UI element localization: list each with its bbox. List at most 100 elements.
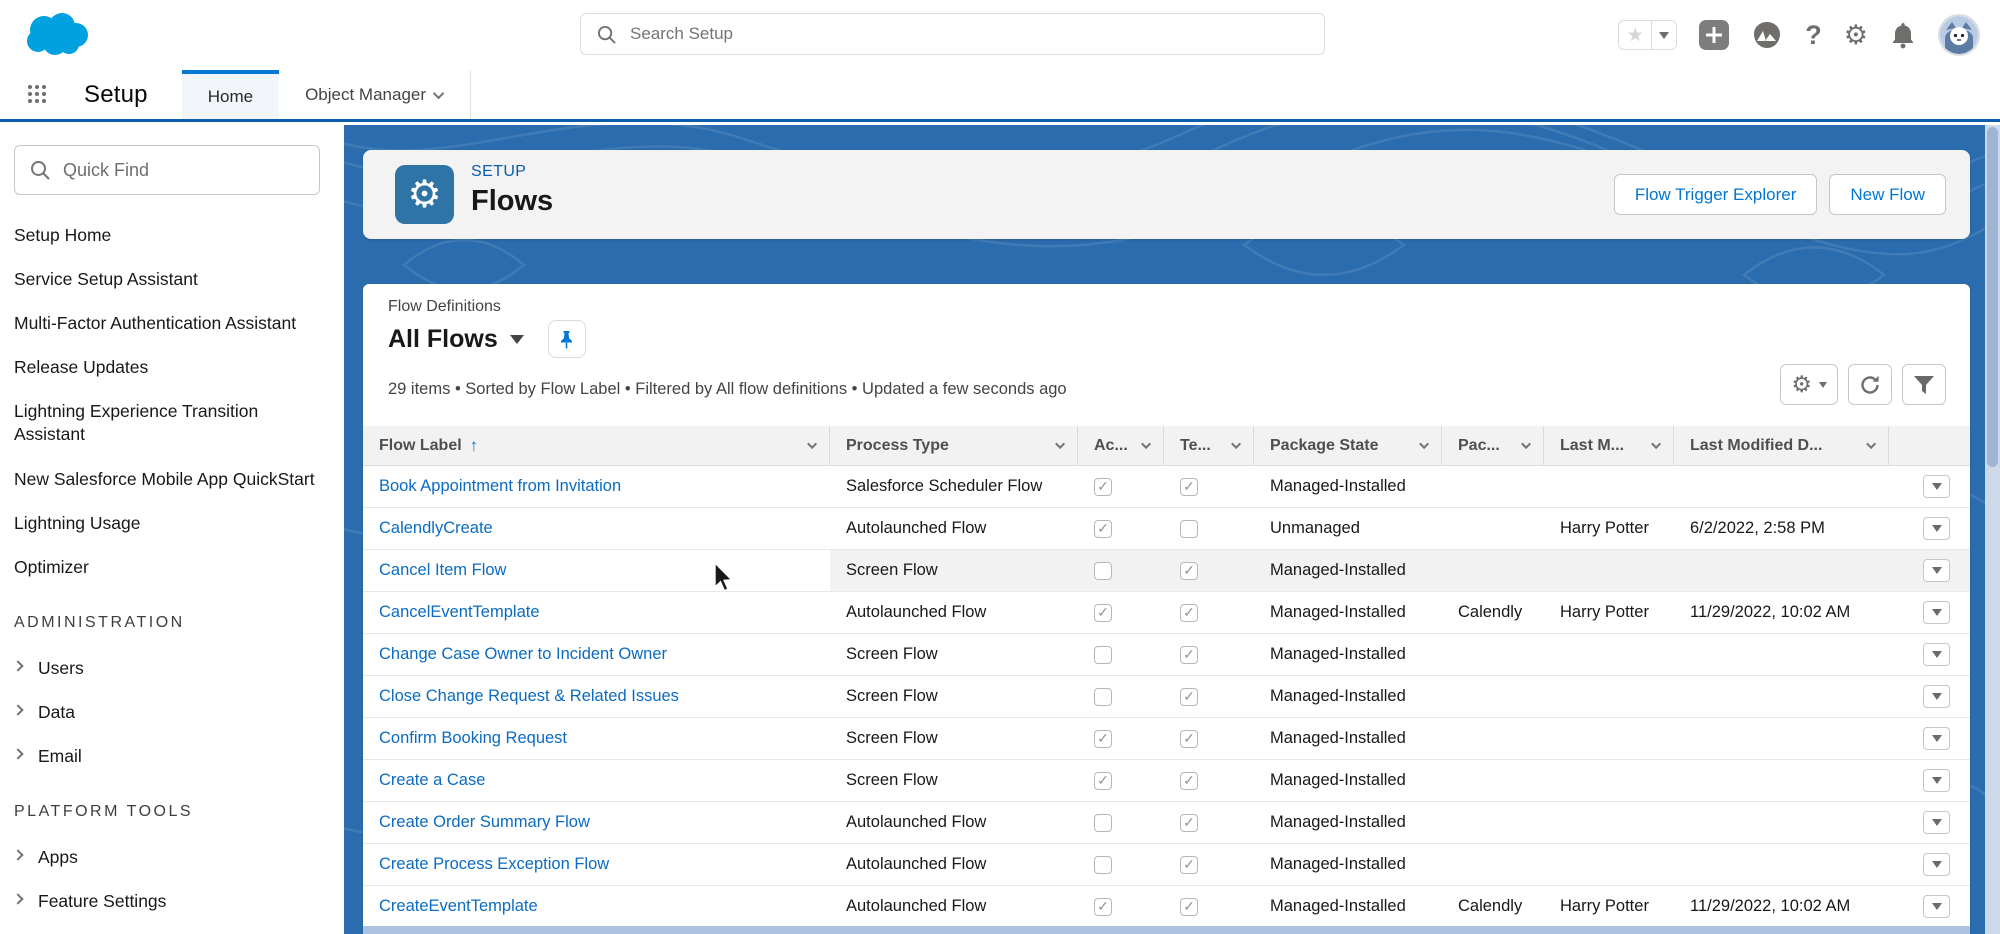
process-type-cell: Autolaunched Flow [830,592,1078,633]
flow-label-link[interactable]: Confirm Booking Request [379,729,567,748]
sidebar-item-label: Email [38,745,82,768]
table-row: Create Order Summary FlowAutolaunched Fl… [363,802,1970,844]
flow-label-link[interactable]: Create Order Summary Flow [379,813,590,832]
column-header[interactable]: Last M... [1544,426,1674,465]
flow-label-cell: Book Appointment from Invitation [363,466,830,507]
last-modified-by-cell [1544,844,1674,885]
chevron-down-icon[interactable] [1521,439,1531,449]
vertical-scrollbar[interactable] [1985,125,2000,934]
pin-list-view-button[interactable] [548,320,586,358]
row-actions-button[interactable] [1923,769,1950,792]
sidebar-item[interactable]: Multi-Factor Authentication Assistant [14,312,320,335]
row-actions-button[interactable] [1923,811,1950,834]
global-search-input[interactable] [630,24,1324,44]
favorites-dropdown-icon[interactable] [1651,20,1677,50]
row-actions-button[interactable] [1923,727,1950,750]
flow-trigger-explorer-button[interactable]: Flow Trigger Explorer [1614,174,1818,215]
chevron-down-icon[interactable] [1055,439,1065,449]
list-display-settings-button[interactable]: ⚙ [1780,364,1838,405]
row-actions-button[interactable] [1923,559,1950,582]
sidebar-item[interactable]: Lightning Usage [14,512,320,535]
page-header-card: ⚙ SETUP Flows Flow Trigger Explorer New … [363,150,1970,239]
bell-icon[interactable] [1890,21,1916,49]
sidebar-item[interactable]: Optimizer [14,556,320,579]
salesforce-logo[interactable] [18,8,104,64]
template-checkbox [1180,856,1198,874]
chevron-down-icon[interactable] [1651,439,1661,449]
row-actions-button[interactable] [1923,643,1950,666]
last-modified-by-cell: Harry Potter [1544,886,1674,926]
column-header[interactable]: Flow Label↑ [363,426,830,465]
chevron-down-icon[interactable] [1231,439,1241,449]
setup-gear-tile-icon: ⚙ [395,165,454,224]
header-icons: ★ ? ⚙ [1618,14,1980,56]
quick-find-input[interactable] [63,160,311,181]
filter-button[interactable] [1902,364,1946,405]
view-selector[interactable]: All Flows [388,325,498,354]
global-search[interactable] [580,13,1325,55]
row-actions-button[interactable] [1923,517,1950,540]
column-header[interactable]: Package State [1254,426,1442,465]
row-actions-button[interactable] [1923,601,1950,624]
template-checkbox [1180,520,1198,538]
refresh-icon [1859,374,1881,396]
chevron-down-icon[interactable] [807,439,817,449]
flow-label-link[interactable]: Create a Case [379,771,485,790]
gear-icon[interactable]: ⚙ [1844,22,1868,49]
new-flow-button[interactable]: New Flow [1829,174,1946,215]
flow-label-link[interactable]: Create Process Exception Flow [379,855,609,874]
sidebar-item[interactable]: Data [14,701,320,724]
flow-label-link[interactable]: Close Change Request & Related Issues [379,687,679,706]
salesforce-setup-app: ★ ? ⚙ Setup Home Object Manager Setup Ho… [0,0,2000,934]
app-launcher-icon[interactable] [28,85,48,105]
user-avatar[interactable] [1938,14,1980,56]
table-row: Cancel Item FlowScreen FlowManaged-Insta… [363,550,1970,592]
active-checkbox [1094,772,1112,790]
package-name-cell [1442,508,1544,549]
package-state-cell: Managed-Installed [1254,466,1442,507]
row-actions-button[interactable] [1923,895,1950,918]
flow-label-link[interactable]: Cancel Item Flow [379,561,506,580]
row-actions-button[interactable] [1923,853,1950,876]
tab-home[interactable]: Home [182,70,279,119]
column-header[interactable]: Te... [1164,426,1254,465]
last-modified-by-cell: Harry Potter [1544,508,1674,549]
sidebar-item[interactable]: Feature Settings [14,890,320,913]
view-selector-caret-icon[interactable] [510,335,524,344]
chevron-down-icon[interactable] [1866,439,1876,449]
sidebar-item[interactable]: Service Setup Assistant [14,268,320,291]
sidebar-item[interactable]: Setup Home [14,224,320,247]
plus-icon[interactable] [1699,20,1729,50]
refresh-button[interactable] [1848,364,1892,405]
flow-label-link[interactable]: CreateEventTemplate [379,897,538,916]
sidebar-item[interactable]: Release Updates [14,356,320,379]
question-icon[interactable]: ? [1805,22,1822,49]
sidebar-item[interactable]: Apps [14,846,320,869]
flow-label-cell: Create Process Exception Flow [363,844,830,885]
column-header[interactable]: Last Modified D... [1674,426,1889,465]
sidebar-item[interactable]: Email [14,745,320,768]
chevron-down-icon[interactable] [1141,439,1151,449]
favorites-star-icon[interactable]: ★ [1618,20,1652,50]
active-cell [1078,886,1164,926]
flow-label-link[interactable]: CancelEventTemplate [379,603,540,622]
flow-label-link[interactable]: Book Appointment from Invitation [379,477,621,496]
sidebar-item[interactable]: Users [14,657,320,680]
sidebar-item[interactable]: Lightning Experience Transition Assistan… [14,400,320,446]
trailhead-icon[interactable] [1751,19,1783,51]
column-header[interactable]: Ac... [1078,426,1164,465]
horizontal-scrollbar[interactable] [363,926,1970,934]
column-header[interactable]: Pac... [1442,426,1544,465]
sidebar-item[interactable]: New Salesforce Mobile App QuickStart [14,468,320,491]
row-actions-button[interactable] [1923,685,1950,708]
process-type-cell: Screen Flow [830,676,1078,717]
sidebar-nav: Setup Home Service Setup Assistant Multi-F… [0,195,344,913]
flow-label-cell: Change Case Owner to Incident Owner [363,634,830,675]
flow-label-link[interactable]: Change Case Owner to Incident Owner [379,645,667,664]
quick-find-search[interactable] [14,145,320,195]
chevron-down-icon[interactable] [1419,439,1429,449]
row-actions-button[interactable] [1923,475,1950,498]
flow-label-link[interactable]: CalendlyCreate [379,519,493,538]
tab-object-manager[interactable]: Object Manager [279,70,470,119]
column-header[interactable]: Process Type [830,426,1078,465]
